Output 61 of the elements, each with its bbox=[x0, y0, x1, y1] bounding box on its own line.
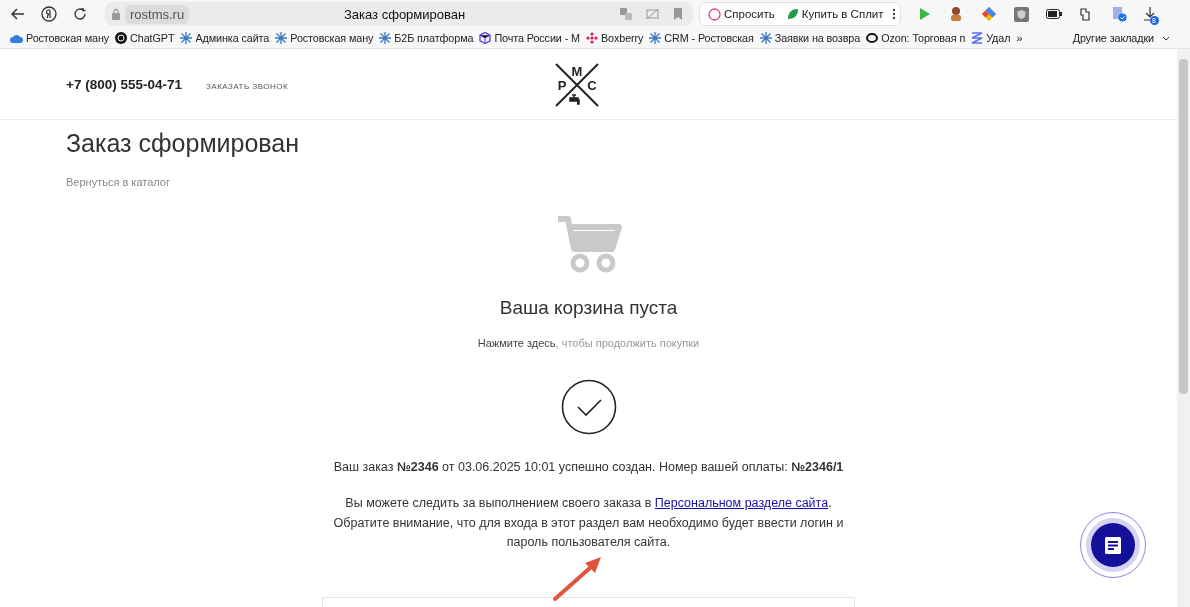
battery-icon[interactable] bbox=[1045, 9, 1062, 19]
snowflake-icon bbox=[275, 32, 288, 44]
bookmark[interactable]: Ozon: Торговая п bbox=[866, 32, 966, 44]
page-heading: Заказ сформирован bbox=[66, 129, 301, 158]
document-check-icon[interactable] bbox=[1110, 6, 1127, 22]
snowflake-icon bbox=[379, 32, 392, 44]
bookmark[interactable]: Ростовская ману bbox=[10, 32, 110, 44]
crossed-screen-icon[interactable] bbox=[646, 8, 659, 20]
back-icon[interactable] bbox=[11, 8, 25, 20]
page-title: Заказ сформирован bbox=[343, 6, 467, 22]
bookmark[interactable]: CRM - Ростовская bbox=[649, 32, 754, 44]
bookmark-icon[interactable] bbox=[673, 8, 683, 20]
snowflake-icon bbox=[759, 32, 772, 44]
cart-icon bbox=[555, 215, 622, 273]
phone-number[interactable]: +7 (800) 555-04-71 bbox=[66, 76, 182, 92]
empty-cart-title: Ваша корзина пуста bbox=[499, 297, 678, 319]
reload-icon[interactable] bbox=[73, 7, 87, 21]
scrollbar-thumb[interactable] bbox=[1179, 59, 1188, 394]
ring-icon bbox=[866, 33, 879, 43]
chevron-down-icon bbox=[1162, 35, 1170, 41]
dots-icon bbox=[585, 32, 598, 44]
play-icon[interactable] bbox=[918, 7, 931, 21]
other-bookmarks-button[interactable]: Другие закладки bbox=[1072, 32, 1170, 44]
leaf-icon bbox=[786, 8, 799, 20]
bookmark[interactable]: ChatGPT bbox=[115, 32, 175, 44]
shield-icon[interactable] bbox=[1013, 6, 1029, 22]
snowflake-icon bbox=[649, 32, 662, 44]
zigzag-icon bbox=[971, 32, 984, 44]
bookmark[interactable]: Ростовская ману bbox=[275, 32, 374, 44]
site-logo[interactable]: М Р С bbox=[554, 62, 600, 108]
continue-shopping-text: Нажмите здесь, чтобы продолжить покупки bbox=[477, 337, 700, 349]
ask-button[interactable]: Спросить bbox=[704, 7, 779, 21]
translate-icon[interactable] bbox=[620, 8, 632, 20]
diamond-icon[interactable] bbox=[980, 6, 997, 22]
knot-icon bbox=[115, 32, 128, 44]
document-icon bbox=[1105, 536, 1121, 554]
bookmark[interactable]: Почта России - М bbox=[479, 32, 580, 44]
more-icon[interactable] bbox=[891, 8, 896, 20]
cube-icon bbox=[479, 32, 492, 44]
chat-sparkle-icon bbox=[708, 7, 721, 21]
callback-link[interactable]: ЗАКАЗАТЬ ЗВОНОК bbox=[205, 81, 289, 91]
annotation-arrow bbox=[553, 557, 601, 601]
more-bookmarks-button[interactable]: » bbox=[1016, 32, 1023, 44]
bookmark[interactable]: Удал bbox=[971, 32, 1011, 44]
lock-icon bbox=[111, 8, 121, 20]
order-tracking-note: Вы можете следить за выполнением своего заказа в Персональном разделе сайта. Обратите внимание, что для входа в этот раздел вам необходимо будет ввести логин и пароль пользователя сайта. bbox=[332, 495, 845, 551]
bookmark[interactable]: Boxberry bbox=[585, 32, 644, 44]
order-created-message: Ваш заказ №2346 от 03.06.2025 10:01 успешно создан. Номер вашей оплаты: №2346/1 bbox=[333, 460, 844, 474]
address-bar[interactable]: rostms.ru Заказ сформирован bbox=[105, 2, 693, 26]
bookmark[interactable]: Админка сайта bbox=[180, 32, 270, 44]
back-to-catalog-link[interactable]: Вернуться в каталог bbox=[66, 176, 170, 188]
bookmark[interactable]: Б2Б платформа bbox=[379, 32, 474, 44]
snowflake-icon bbox=[180, 32, 193, 44]
split-button[interactable]: Купить в Сплит bbox=[782, 8, 888, 20]
scrollbar[interactable] bbox=[1177, 49, 1190, 607]
browser-logo-icon[interactable] bbox=[41, 6, 57, 22]
cloud-icon bbox=[10, 32, 23, 44]
click-here-link[interactable]: Нажмите здесь bbox=[477, 337, 556, 349]
url-text: rostms.ru bbox=[125, 4, 190, 24]
bookmark[interactable]: Заявки на возвра bbox=[759, 32, 861, 44]
check-circle-icon bbox=[560, 379, 617, 435]
